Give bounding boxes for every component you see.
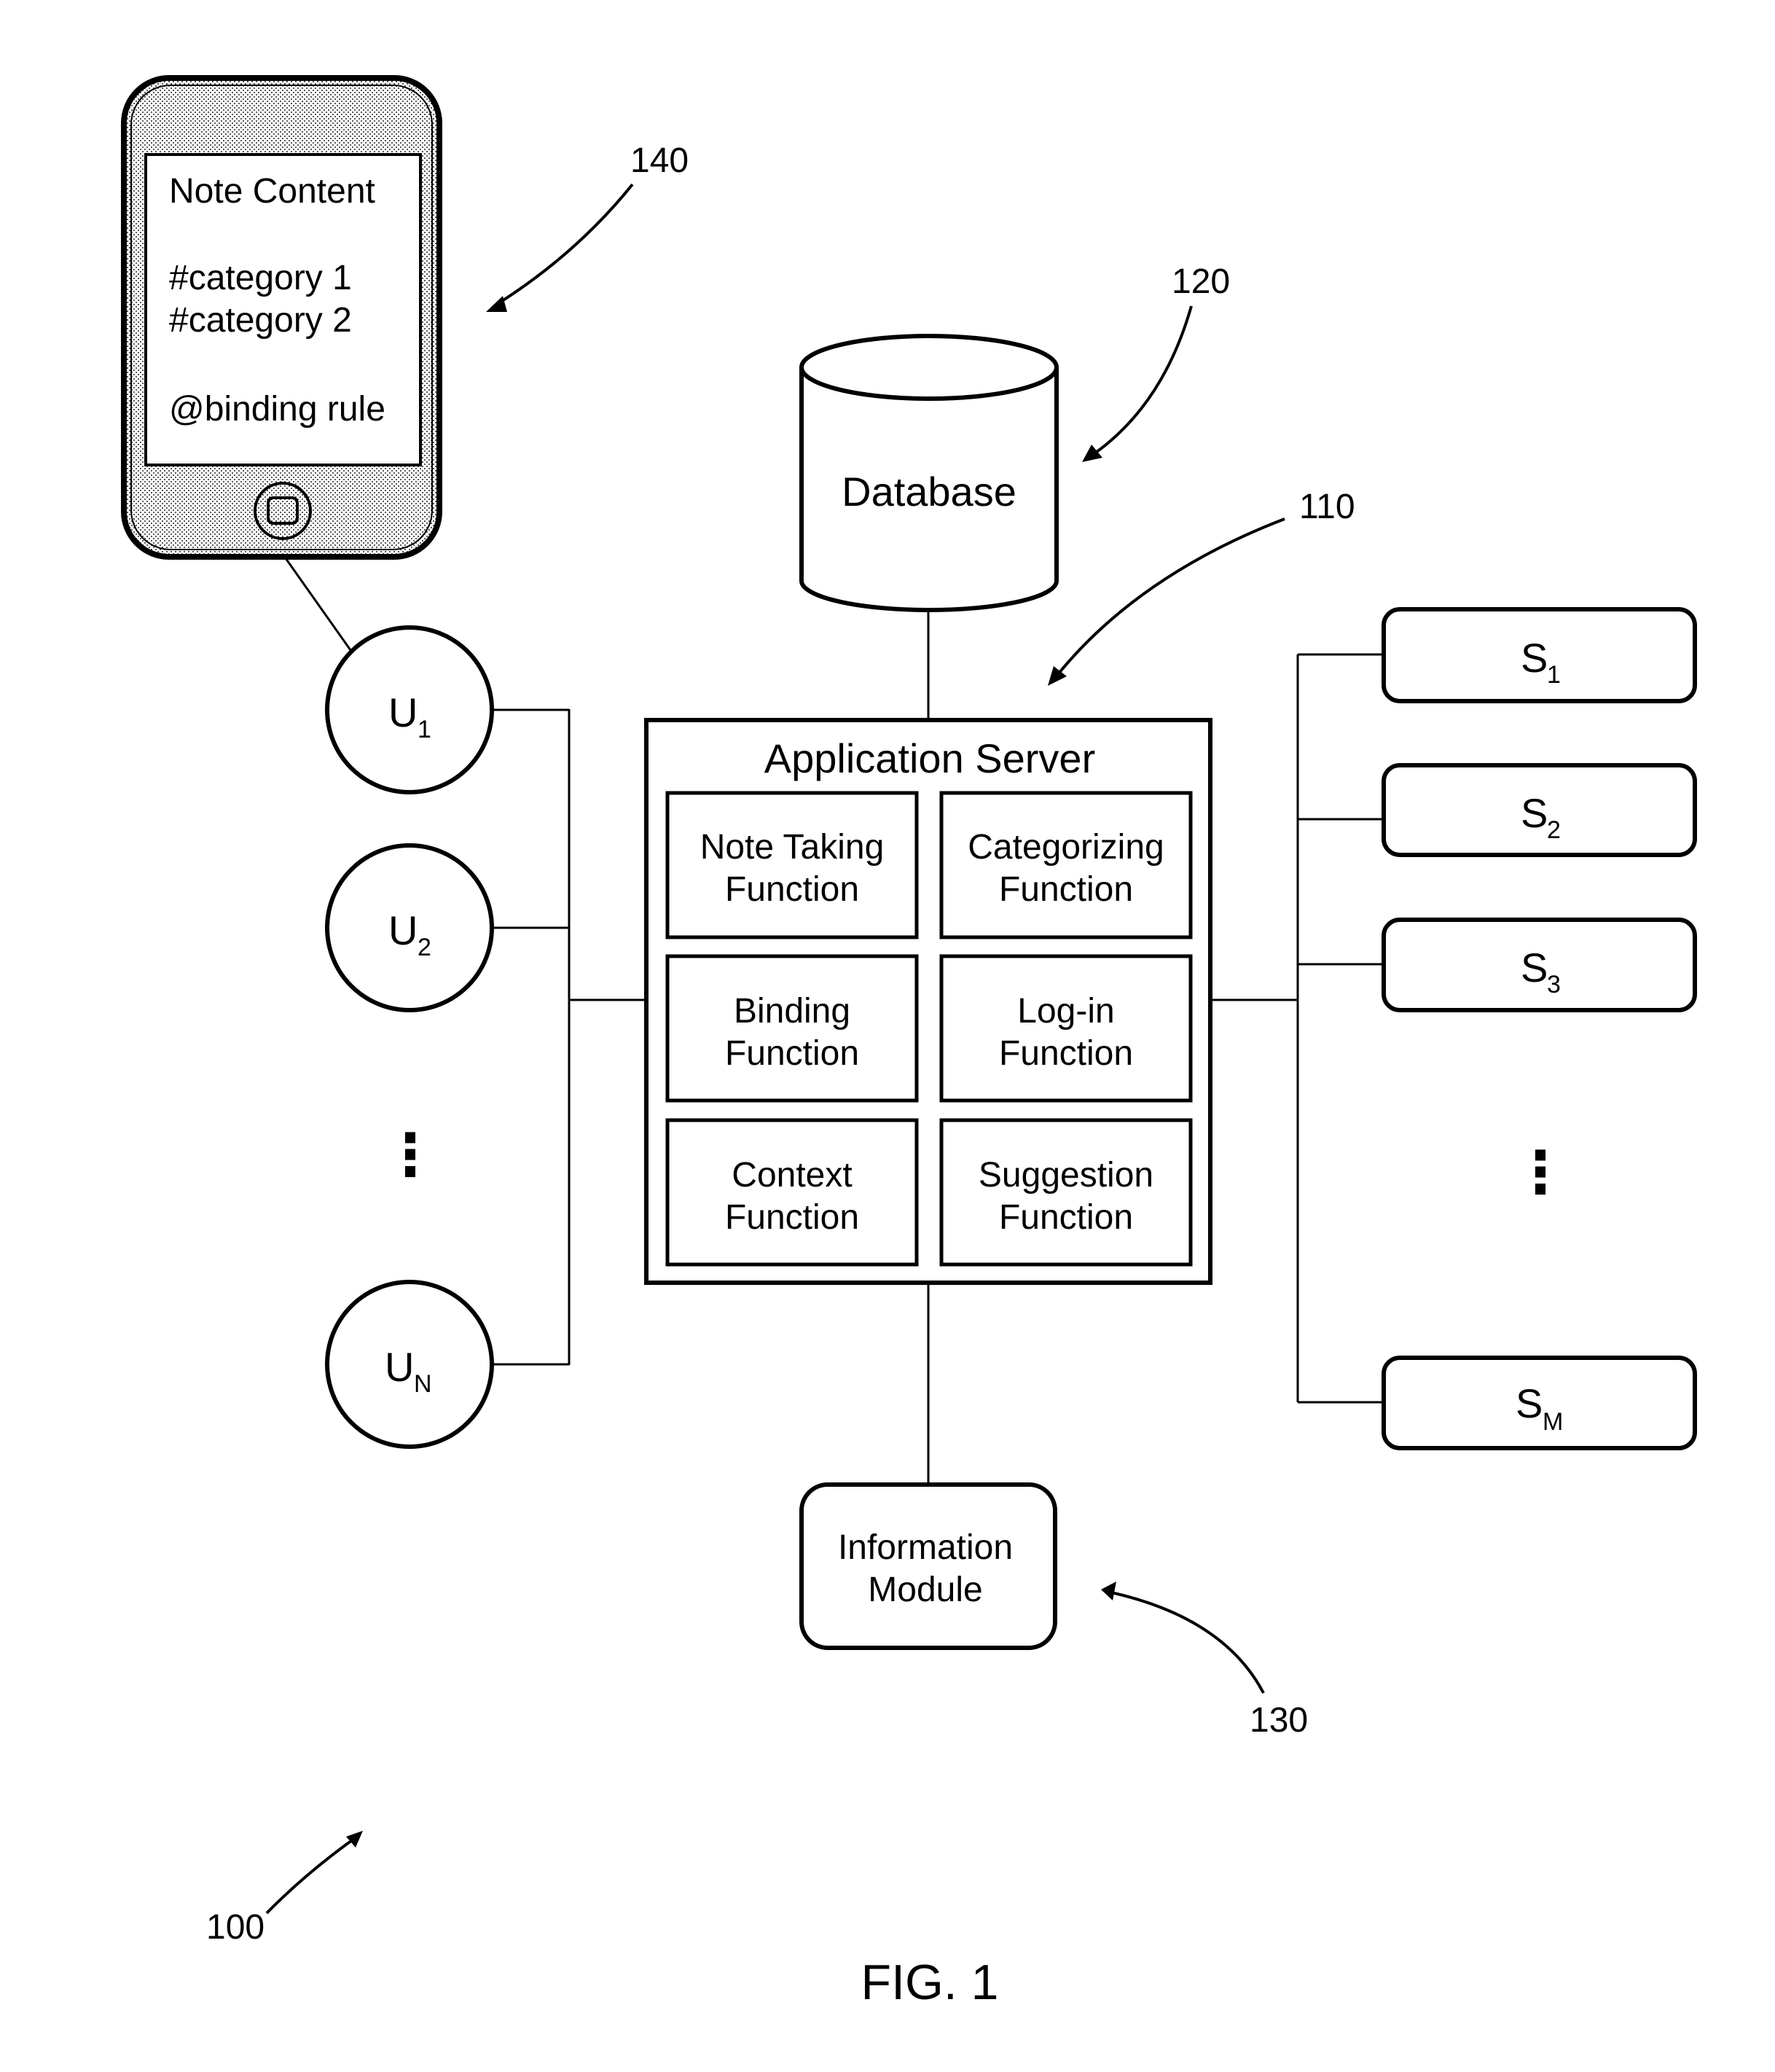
ref-arrow-120 — [1088, 305, 1193, 458]
service-subscript: 1 — [1547, 661, 1561, 689]
user-node-2: U 2 — [325, 843, 494, 1012]
system-diagram: Note Content #category 1 #category 2 @bi… — [121, 75, 1697, 2010]
function-label-line2: Function — [999, 1034, 1133, 1073]
ref-arrow-110 — [1054, 517, 1285, 679]
user-label: U — [388, 689, 418, 735]
ref-arrowhead-100 — [346, 1831, 363, 1848]
service-subscript: 2 — [1547, 816, 1561, 844]
database: Database — [799, 334, 1059, 612]
ref-arrowhead-120 — [1082, 445, 1102, 462]
user-subscript: N — [414, 1370, 432, 1398]
service-subscript: 3 — [1547, 971, 1561, 998]
user-subscript: 2 — [418, 934, 431, 961]
information-module: Information Module — [799, 1482, 1057, 1650]
service-label: S — [1521, 790, 1548, 836]
function-categorizing: Categorizing Function — [939, 791, 1193, 939]
database-top — [799, 334, 1059, 401]
ref-label-110: 110 — [1299, 488, 1355, 526]
function-label-line1: Context — [732, 1156, 852, 1195]
function-label-line2: Function — [725, 1198, 859, 1237]
function-label-line2: Function — [999, 1198, 1133, 1237]
function-label-line1: Categorizing — [968, 828, 1164, 867]
ref-label-120: 120 — [1172, 262, 1230, 301]
user-subscript: 1 — [418, 716, 431, 743]
ref-arrowhead-130 — [1101, 1582, 1116, 1600]
application-server-title: Application Server — [764, 735, 1095, 781]
function-log-in: Log-in Function — [939, 954, 1193, 1103]
database-label: Database — [842, 469, 1016, 515]
function-label-line2: Function — [725, 1034, 859, 1073]
ref-arrow-130 — [1110, 1591, 1265, 1694]
phone-category-1: #category 1 — [169, 259, 352, 297]
function-label-line1: Note Taking — [700, 828, 885, 867]
user-bus — [493, 708, 646, 1366]
function-context: Context Function — [665, 1118, 919, 1267]
figure-caption: FIG. 1 — [861, 1955, 999, 2010]
service-node-2: S 2 — [1382, 763, 1697, 857]
ref-label-130: 130 — [1250, 1701, 1308, 1740]
info-module-line2: Module — [868, 1571, 982, 1609]
function-binding: Binding Function — [665, 954, 919, 1103]
phone-note-title: Note Content — [169, 172, 375, 211]
users-ellipsis: ⋮ — [381, 1122, 439, 1187]
ref-arrow-140 — [493, 183, 634, 308]
function-label-line1: Log-in — [1017, 992, 1114, 1031]
user-label: U — [388, 907, 418, 953]
services-ellipsis: ⋮ — [1511, 1140, 1570, 1205]
phone-to-user-link — [284, 558, 352, 651]
server-bus — [1210, 653, 1384, 1404]
service-node-1: S 1 — [1382, 607, 1697, 703]
service-label: S — [1516, 1380, 1543, 1426]
phone-category-2: #category 2 — [169, 301, 352, 340]
function-label-line2: Function — [999, 870, 1133, 909]
service-label: S — [1521, 945, 1548, 990]
function-label-line1: Suggestion — [979, 1156, 1153, 1195]
service-node-m: S M — [1382, 1356, 1697, 1450]
service-node-3: S 3 — [1382, 918, 1697, 1012]
phone-binding-rule: @binding rule — [169, 390, 385, 429]
info-module-line1: Information — [838, 1528, 1013, 1567]
service-label: S — [1521, 635, 1548, 681]
application-server: Application Server Note Taking Function … — [644, 718, 1212, 1285]
ref-label-140: 140 — [630, 141, 689, 180]
function-suggestion: Suggestion Function — [939, 1118, 1193, 1267]
user-node-n: U N — [325, 1280, 494, 1449]
function-label-line1: Binding — [734, 992, 850, 1031]
service-subscript: M — [1543, 1408, 1563, 1436]
function-label-line2: Function — [725, 870, 859, 909]
ref-arrow-100 — [265, 1835, 358, 1915]
function-note-taking: Note Taking Function — [665, 791, 919, 939]
user-label: U — [385, 1344, 414, 1390]
mobile-device: Note Content #category 1 #category 2 @bi… — [121, 75, 442, 560]
user-node-1: U 1 — [325, 625, 494, 794]
ref-label-100: 100 — [206, 1908, 265, 1947]
